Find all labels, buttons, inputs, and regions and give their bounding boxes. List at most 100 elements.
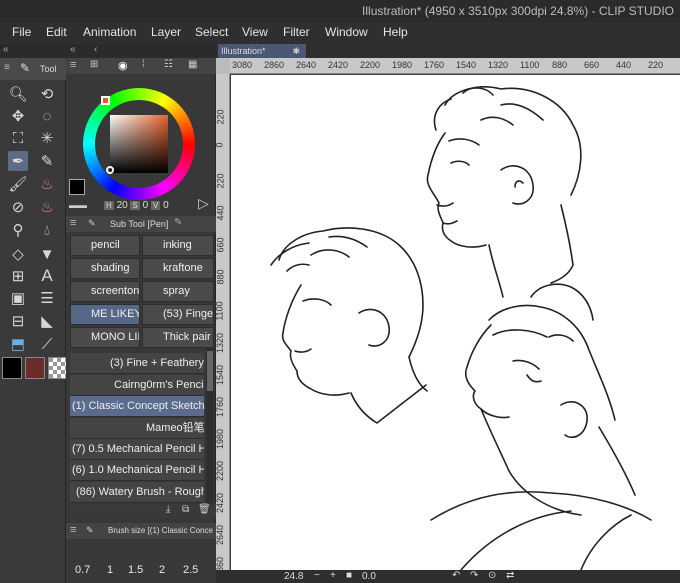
main-color-chip[interactable] bbox=[2, 357, 22, 379]
brush-item[interactable]: Cairng0rm's Pencil bbox=[70, 375, 204, 396]
brush-item-selected[interactable]: (1) Classic Concept Sketch bbox=[70, 396, 204, 417]
brush-item[interactable]: (7) 0.5 Mechanical Pencil H bbox=[70, 439, 204, 460]
tool-property-icon[interactable]: ✎ bbox=[174, 217, 182, 228]
decoration-cake-icon[interactable]: ♨ bbox=[37, 174, 57, 194]
frame-tool-icon[interactable]: ⊟ bbox=[8, 311, 28, 331]
subtool-finger[interactable]: (53) Finge bbox=[142, 304, 214, 325]
brush-list-scrollbar[interactable] bbox=[206, 348, 214, 503]
drawing-canvas[interactable] bbox=[231, 75, 680, 570]
size-preset[interactable]: 2 bbox=[159, 564, 165, 576]
airbrush-tool-icon[interactable]: ⊘ bbox=[8, 197, 28, 217]
value-marker[interactable] bbox=[106, 166, 114, 174]
hsv-label-v: V bbox=[150, 201, 161, 210]
subtool-thick-pair[interactable]: Thick pair bbox=[142, 327, 214, 348]
size-preset[interactable]: 1 bbox=[107, 564, 113, 576]
ruler-left: 220 0 220 440 660 880 1100 1320 1540 176… bbox=[216, 58, 230, 570]
copy-subtool-icon[interactable]: ⧉ bbox=[182, 504, 189, 515]
lasso-tool-icon[interactable]: ◌ bbox=[37, 106, 57, 126]
ruler-tool-icon[interactable]: ☰ bbox=[37, 288, 57, 308]
collapse-left-icon[interactable]: « bbox=[3, 44, 9, 55]
zoom-out-icon[interactable]: − bbox=[314, 570, 320, 581]
subtool-kraftone[interactable]: kraftone bbox=[142, 258, 214, 279]
subtool-mono-line[interactable]: MONO LIN bbox=[70, 327, 140, 348]
reset-rotation-icon[interactable]: ⊙ bbox=[488, 570, 496, 581]
flip-icon[interactable]: ⇄ bbox=[506, 570, 514, 581]
size-preset[interactable]: 2.5 bbox=[183, 564, 198, 576]
operation-tool-icon[interactable]: ⛶ bbox=[8, 128, 28, 148]
brush-item[interactable]: (6) 1.0 Mechanical Pencil H bbox=[70, 460, 204, 481]
zoom-in-icon[interactable]: + bbox=[330, 570, 336, 581]
color-picker-icon[interactable]: ▬▬ bbox=[69, 200, 87, 210]
chevron-left-icon[interactable]: ‹ bbox=[94, 44, 97, 55]
pencil-tool-icon[interactable]: ✎ bbox=[37, 151, 57, 171]
menu-filter[interactable]: Filter bbox=[283, 25, 310, 39]
brush-tool-icon[interactable]: 🖌︎ bbox=[8, 174, 28, 194]
blend-tool-icon[interactable]: ♨ bbox=[37, 197, 57, 217]
menu-icon[interactable]: ≡ bbox=[4, 62, 10, 73]
fill-tool-icon[interactable]: ▼ bbox=[37, 244, 57, 264]
menu-layer[interactable]: Layer bbox=[151, 25, 181, 39]
text-tool-icon[interactable]: A bbox=[37, 266, 57, 286]
document-tab[interactable]: Illustration* ✱ bbox=[218, 44, 306, 58]
move-tool-icon[interactable]: ✥ bbox=[8, 106, 28, 126]
play-icon[interactable]: ▷ bbox=[198, 195, 209, 212]
menu-view[interactable]: View bbox=[242, 25, 268, 39]
eraser-tool-icon[interactable]: ◇ bbox=[8, 244, 28, 264]
zoom-tool-icon[interactable]: 🔍︎ bbox=[8, 84, 28, 104]
subtool-tab-label[interactable]: Sub Tool [Pen] bbox=[110, 219, 168, 229]
brush-item[interactable]: (3) Fine + Feathery bbox=[70, 353, 204, 374]
size-preset[interactable]: 0.7 bbox=[75, 564, 90, 576]
brush-item[interactable]: (86) Watery Brush - Rough bbox=[70, 482, 204, 503]
figure-tool-icon[interactable]: ⊞ bbox=[8, 266, 28, 286]
menu-file[interactable]: File bbox=[12, 25, 31, 39]
ruler-label: 1760 bbox=[216, 396, 226, 418]
zoom-value[interactable]: 24.8 bbox=[284, 571, 303, 582]
transparent-color-chip[interactable] bbox=[48, 357, 68, 379]
subtool-shading[interactable]: shading bbox=[70, 258, 140, 279]
correct-line-icon[interactable]: ⟋ bbox=[37, 334, 57, 354]
balloon-tool-icon[interactable]: ◣ bbox=[37, 311, 57, 331]
collapse-mid-icon[interactable]: « bbox=[70, 44, 76, 55]
hue-marker[interactable] bbox=[101, 96, 110, 105]
rotation-value[interactable]: 0.0 bbox=[362, 571, 376, 582]
rotate-left-icon[interactable]: ↶ bbox=[452, 570, 460, 581]
rotate-right-icon[interactable]: ↷ bbox=[470, 570, 478, 581]
saturation-value-square[interactable] bbox=[110, 115, 168, 173]
subtool-pencil[interactable]: pencil bbox=[70, 235, 140, 256]
subtool-spray[interactable]: spray bbox=[142, 281, 214, 302]
pen-tool-icon[interactable]: ✒ bbox=[8, 151, 28, 171]
menu-window[interactable]: Window bbox=[325, 25, 368, 39]
close-tab-icon[interactable]: ✱ bbox=[292, 44, 300, 58]
delete-subtool-icon[interactable]: 🗑︎ bbox=[198, 504, 211, 515]
gradient-tool-icon[interactable]: ▣ bbox=[8, 288, 28, 308]
object-rotate-icon[interactable]: ⟲ bbox=[37, 84, 57, 104]
size-preset[interactable]: 1.5 bbox=[128, 564, 143, 576]
subtool-screentone[interactable]: screentone bbox=[70, 281, 140, 302]
subtool-inking[interactable]: inking bbox=[142, 235, 214, 256]
ruler-label: 2200 bbox=[360, 60, 381, 70]
menu-icon[interactable]: ≡ bbox=[70, 217, 76, 229]
fit-icon[interactable]: ■ bbox=[346, 570, 352, 581]
python-icon[interactable]: ⬒ bbox=[8, 334, 28, 354]
eyedropper-tool-icon[interactable]: ⚲ bbox=[8, 220, 28, 240]
download-icon[interactable]: ⤓ bbox=[166, 504, 170, 515]
menu-edit[interactable]: Edit bbox=[46, 25, 67, 39]
sub-color-chip[interactable] bbox=[25, 357, 45, 379]
tool-tab[interactable]: ≡ ✎ Tool bbox=[0, 58, 66, 80]
color-slider-icon[interactable]: ⁞ bbox=[142, 59, 145, 70]
menu-animation[interactable]: Animation bbox=[83, 25, 136, 39]
menu-icon[interactable]: ≡ bbox=[70, 524, 76, 536]
history-icon[interactable]: ▦ bbox=[188, 59, 197, 70]
color-wheel-tab-icon[interactable]: ◉ bbox=[118, 59, 128, 72]
menu-help[interactable]: Help bbox=[383, 25, 408, 39]
mixer-icon[interactable]: ☷ bbox=[164, 59, 173, 70]
color-wheel[interactable] bbox=[83, 88, 195, 200]
current-color-swatch[interactable] bbox=[69, 179, 85, 195]
auto-select-icon[interactable]: ✳ bbox=[37, 128, 57, 148]
menu-select[interactable]: Select bbox=[195, 25, 228, 39]
subtool-me-likey[interactable]: ME LIKEY bbox=[70, 304, 140, 325]
color-set-icon[interactable]: ⊞ bbox=[90, 59, 98, 70]
menu-icon[interactable]: ≡ bbox=[70, 59, 76, 71]
water-drop-icon[interactable]: 💧︎ bbox=[37, 220, 57, 240]
brush-item[interactable]: Mameo铅笔 bbox=[70, 418, 204, 439]
